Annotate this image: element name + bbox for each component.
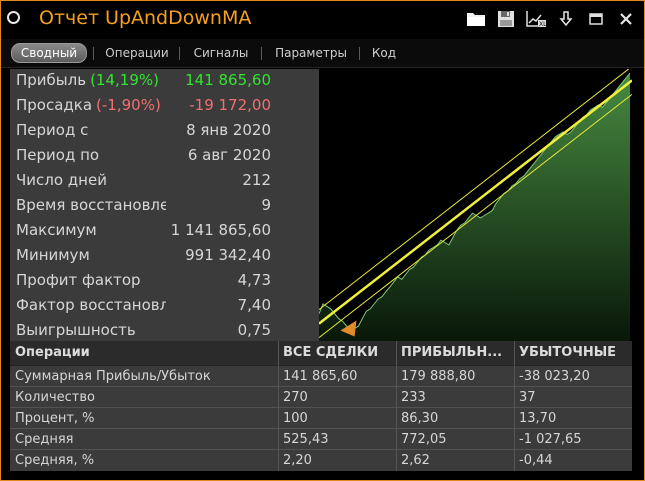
table-row: Процент, % 100 86,30 13,70	[10, 408, 632, 428]
window-icon	[7, 11, 20, 24]
stat-value: 4,73	[237, 271, 271, 289]
stat-label: Прибыль	[16, 71, 87, 89]
table-cell: 141 865,60	[283, 369, 358, 384]
stat-label: Профит фактор	[16, 271, 141, 289]
stat-row: Выигрышность 0,75	[10, 319, 319, 341]
stat-label: Выигрышность	[16, 321, 136, 339]
column-header[interactable]: ПРИБЫЛЬН...	[396, 341, 514, 365]
tab-separator	[261, 47, 262, 60]
equity-chart	[319, 69, 632, 341]
table-cell: -0,44	[519, 453, 553, 468]
stat-label: Просадка	[16, 96, 93, 114]
table-cell: Количество	[15, 390, 95, 405]
table-cell: 525,43	[283, 432, 329, 447]
stat-value: 0,75	[237, 321, 271, 339]
table-cell: -1 027,65	[519, 432, 582, 447]
table-cell: Суммарная Прибыль/Убыток	[15, 369, 211, 384]
equity-chart-svg	[319, 69, 632, 341]
minimize-icon[interactable]	[584, 9, 608, 29]
stats-panel: Прибыль (14,19%) 141 865,60 Просадка (-1,9…	[10, 69, 319, 341]
save-icon[interactable]	[494, 9, 518, 29]
stat-row-profit: Прибыль (14,19%) 141 865,60	[10, 69, 319, 94]
title-bar: Отчет UpAndDownMA XL	[1, 1, 644, 39]
stat-row: Минимум 991 342,40	[10, 244, 319, 269]
column-divider	[514, 341, 515, 471]
tab-separator	[93, 47, 94, 60]
stat-label: Фактор восстановления	[16, 296, 166, 314]
table-cell: 179 888,80	[401, 369, 476, 384]
stat-label: Минимум	[16, 246, 90, 264]
stat-row: Период по 6 авг 2020	[10, 144, 319, 169]
column-divider	[396, 341, 397, 471]
tab-operations[interactable]: Операции	[95, 43, 179, 63]
table-row: Средняя, % 2,20 2,62 -0,44	[10, 450, 632, 470]
tab-signals[interactable]: Сигналы	[181, 43, 261, 63]
row-divider	[10, 428, 632, 429]
close-icon[interactable]	[614, 9, 638, 29]
stat-label: Время восстановления	[16, 196, 166, 214]
stat-row-drawdown: Просадка (-1,90%) -19 172,00	[10, 94, 319, 119]
tab-bar: Сводный Операции Сигналы Параметры Код	[1, 39, 644, 68]
table-row: Суммарная Прибыль/Убыток 141 865,60 179 …	[10, 366, 632, 386]
operations-table: Операции ВСЕ СДЕЛКИ ПРИБЫЛЬН... УБЫТОЧНЫ…	[10, 341, 632, 471]
stat-value: 1 141 865,60	[170, 221, 271, 239]
svg-text:XL: XL	[539, 21, 547, 28]
table-cell: Процент, %	[15, 411, 95, 426]
chart-export-icon[interactable]: XL	[524, 9, 548, 29]
table-cell: 270	[283, 390, 308, 405]
stat-row: Число дней 212	[10, 169, 319, 194]
table-header: Операции ВСЕ СДЕЛКИ ПРИБЫЛЬН... УБЫТОЧНЫ…	[10, 341, 632, 366]
table-row: Средняя 525,43 772,05 -1 027,65	[10, 429, 632, 449]
table-cell: 2,20	[283, 453, 312, 468]
tab-separator	[179, 47, 180, 60]
column-divider	[278, 341, 279, 471]
stat-value: 7,40	[237, 296, 271, 314]
stat-value: 8 янв 2020	[186, 121, 271, 139]
table-cell: Средняя	[15, 432, 74, 447]
table-cell: 100	[283, 411, 308, 426]
window-title: Отчет UpAndDownMA	[39, 7, 252, 29]
stat-value: 991 342,40	[185, 246, 271, 264]
row-divider	[10, 449, 632, 450]
table-cell: 2,62	[401, 453, 430, 468]
stat-label: Период с	[16, 121, 89, 139]
report-window: Отчет UpAndDownMA XL Сводный Операции Си…	[0, 0, 645, 481]
row-divider	[10, 386, 632, 387]
stat-row: Фактор восстановления 7,40	[10, 294, 319, 319]
column-header[interactable]: ВСЕ СДЕЛКИ	[278, 341, 396, 365]
stat-label: Число дней	[16, 171, 107, 189]
table-cell: 86,30	[401, 411, 439, 426]
table-cell: -38 023,20	[519, 369, 590, 384]
table-cell: 13,70	[519, 411, 557, 426]
table-cell: 233	[401, 390, 426, 405]
drawdown-value: -19 172,00	[189, 96, 271, 114]
row-divider	[10, 407, 632, 408]
stat-row: Максимум 1 141 865,60	[10, 219, 319, 244]
tab-parameters[interactable]: Параметры	[263, 43, 359, 63]
stat-value: 6 авг 2020	[187, 146, 271, 164]
stat-row: Профит фактор 4,73	[10, 269, 319, 294]
stat-label: Период по	[16, 146, 100, 164]
column-header[interactable]: Операции	[10, 341, 278, 365]
table-cell: 37	[519, 390, 536, 405]
tab-separator	[359, 47, 360, 60]
column-header[interactable]: УБЫТОЧНЫЕ	[514, 341, 632, 365]
stat-value: 212	[242, 171, 271, 189]
stat-row: Период с 8 янв 2020	[10, 119, 319, 144]
drawdown-percent: (-1,90%)	[96, 96, 161, 114]
download-icon[interactable]	[554, 9, 578, 29]
table-cell: Средняя, %	[15, 453, 95, 468]
table-cell: 772,05	[401, 432, 447, 447]
table-row: Количество 270 233 37	[10, 387, 632, 407]
tab-code[interactable]: Код	[361, 43, 407, 63]
stat-label: Максимум	[16, 221, 97, 239]
toolbar: XL	[464, 9, 638, 29]
profit-percent: (14,19%)	[90, 71, 159, 89]
profit-value: 141 865,60	[185, 71, 271, 89]
tab-summary[interactable]: Сводный	[11, 43, 87, 63]
folder-icon[interactable]	[464, 9, 488, 29]
stat-value: 9	[261, 196, 271, 214]
stat-row: Время восстановления 9	[10, 194, 319, 219]
